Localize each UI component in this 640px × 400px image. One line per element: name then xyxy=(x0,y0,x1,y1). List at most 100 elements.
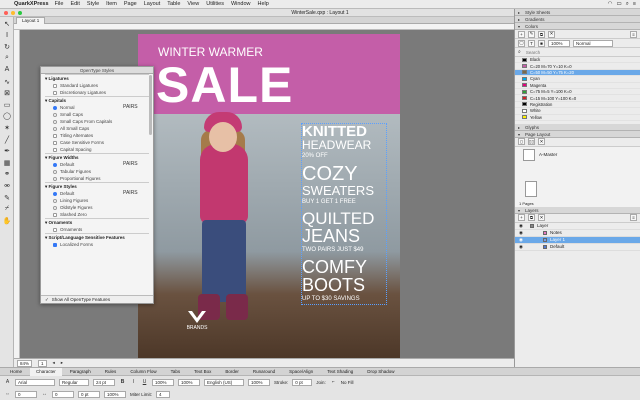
tracking-field[interactable]: 0 xyxy=(52,390,74,398)
menu-style[interactable]: Style xyxy=(87,1,99,7)
option-radio[interactable] xyxy=(53,105,57,110)
option-radio[interactable] xyxy=(53,169,57,174)
tint-field[interactable]: 100% xyxy=(548,39,570,47)
new-page-icon[interactable]: ▯ xyxy=(518,138,525,146)
color-list-item[interactable]: Yellow xyxy=(515,115,640,121)
bezier-pen-tool-icon[interactable]: ✒ xyxy=(2,146,12,156)
pan-tool-icon[interactable]: ✋ xyxy=(2,216,12,226)
option-checkbox[interactable] xyxy=(53,227,57,232)
layers-menu-icon[interactable]: ≡ xyxy=(630,214,637,222)
zoom-window-button[interactable] xyxy=(18,11,22,15)
horizontal-scale-field[interactable]: 100% xyxy=(152,378,174,386)
opentype-option[interactable]: Default PAIRS xyxy=(45,190,149,197)
zoom-tool-icon[interactable]: ⌕ xyxy=(2,53,12,63)
minimize-window-button[interactable] xyxy=(11,11,15,15)
underline-icon[interactable]: U xyxy=(141,379,148,386)
opentype-section-header[interactable]: ▾ Capitals xyxy=(45,96,149,104)
search-icon[interactable]: ⌕ xyxy=(626,1,629,8)
menu-item[interactable]: Item xyxy=(106,1,117,7)
eye-icon[interactable]: ◉ xyxy=(519,237,527,243)
font-style-select[interactable]: Regular xyxy=(59,378,89,386)
measurements-tab[interactable]: Column Flow xyxy=(124,368,162,376)
format-painter-icon[interactable]: ✎ xyxy=(2,193,12,203)
option-checkbox[interactable] xyxy=(53,140,57,145)
colors-menu-icon[interactable]: ≡ xyxy=(630,30,637,38)
page-layout-area[interactable]: A-Master 1 Pages xyxy=(515,146,640,207)
opentype-option[interactable]: Slashed Zero xyxy=(45,211,149,218)
menu-view[interactable]: View xyxy=(187,1,199,7)
new-layer-icon[interactable]: + xyxy=(518,214,525,222)
option-radio[interactable] xyxy=(53,119,57,124)
page-1-thumb[interactable] xyxy=(525,180,537,197)
delete-layer-icon[interactable]: ✕ xyxy=(538,214,545,222)
opentype-section-header[interactable]: ▾ Script/Language Sensitive Features xyxy=(45,233,149,241)
linking-tool-icon[interactable]: ⚭ xyxy=(2,169,12,179)
oval-box-tool-icon[interactable]: ◯ xyxy=(2,111,12,121)
option-radio[interactable] xyxy=(53,162,57,167)
option-radio[interactable] xyxy=(53,126,57,131)
opentype-option[interactable]: Small Caps xyxy=(45,111,149,118)
rectangle-box-tool-icon[interactable]: ▭ xyxy=(2,100,12,110)
starburst-tool-icon[interactable]: ✶ xyxy=(2,123,12,133)
layer-row[interactable]: ◉ Layer xyxy=(515,223,640,230)
option-checkbox[interactable] xyxy=(53,147,57,152)
opentype-section-header[interactable]: ▾ Figure Styles xyxy=(45,182,149,190)
join-miter-icon[interactable]: ⌐ xyxy=(330,379,337,386)
option-radio[interactable] xyxy=(53,176,57,181)
opentype-option[interactable]: Tabular Figures xyxy=(45,168,149,175)
app-menu[interactable]: QuarkXPress xyxy=(14,1,49,7)
measurements-tab[interactable]: Runaround xyxy=(247,368,281,376)
option-radio[interactable] xyxy=(53,191,57,196)
measurements-tab[interactable]: Text Box xyxy=(188,368,217,376)
new-color-icon[interactable]: + xyxy=(518,30,525,38)
unlinking-tool-icon[interactable]: ⚮ xyxy=(2,181,12,191)
opentype-option[interactable]: Ornaments xyxy=(45,226,149,233)
eye-icon[interactable]: ◉ xyxy=(519,223,527,229)
edit-color-icon[interactable]: ✎ xyxy=(528,30,535,38)
zoom-field[interactable]: 84% xyxy=(17,359,33,367)
layer-row[interactable]: ◉ Default xyxy=(515,244,640,251)
facing-page-icon[interactable]: ▯▯ xyxy=(528,138,535,146)
battery-icon[interactable]: ▭ xyxy=(616,1,621,7)
option-checkbox[interactable] xyxy=(53,133,57,138)
font-size-field[interactable]: 24 pt xyxy=(93,378,115,386)
measurements-tab[interactable]: Rules xyxy=(99,368,123,376)
opentype-option[interactable]: Capital Spacing xyxy=(45,146,149,153)
menu-utilities[interactable]: Utilities xyxy=(206,1,224,7)
italic-icon[interactable]: I xyxy=(130,379,137,386)
option-checkbox[interactable] xyxy=(53,212,57,217)
measurements-tab[interactable]: Border xyxy=(219,368,245,376)
opentype-option[interactable]: Discretionary Ligatures xyxy=(45,89,149,96)
stroke-field[interactable]: 0 pt xyxy=(292,378,313,386)
baseline-shift-field[interactable]: 0 pt xyxy=(78,390,100,398)
color-search-input[interactable] xyxy=(523,48,624,56)
opentype-option[interactable]: Default PAIRS xyxy=(45,161,149,168)
opentype-option[interactable]: Localized Forms xyxy=(45,241,149,248)
picture-box-tool-icon[interactable]: ⊠ xyxy=(2,88,12,98)
fill-color-icon[interactable]: ■ xyxy=(538,39,545,47)
opentype-section-header[interactable]: ▾ Figure Widths xyxy=(45,153,149,161)
menu-edit[interactable]: Edit xyxy=(70,1,79,7)
poster-page[interactable]: WINTER WARMER SALE KNITTED HEADWEAR 20% … xyxy=(138,34,400,358)
layout-tab[interactable]: Layout 1 xyxy=(16,17,46,24)
opentype-option[interactable]: Proportional Figures xyxy=(45,175,149,182)
opentype-option[interactable]: All Small Caps xyxy=(45,125,149,132)
page-number-field[interactable]: 1 xyxy=(38,359,47,367)
opentype-panel-scrollbar[interactable] xyxy=(149,75,152,135)
option-radio[interactable] xyxy=(53,198,57,203)
content-tool-icon[interactable]: Ⅰ xyxy=(2,30,12,40)
menu-table[interactable]: Table xyxy=(167,1,180,7)
measurements-tab[interactable]: Drop Shadow xyxy=(361,368,400,376)
opentype-option[interactable]: Standard Ligatures xyxy=(45,82,149,89)
table-tool-icon[interactable]: ▦ xyxy=(2,158,12,168)
menu-window[interactable]: Window xyxy=(231,1,251,7)
duplicate-color-icon[interactable]: ⧉ xyxy=(538,30,545,38)
option-radio[interactable] xyxy=(53,112,57,117)
option-checkbox[interactable] xyxy=(53,90,57,95)
menu-icon[interactable]: ≡ xyxy=(633,1,636,7)
line-tool-icon[interactable]: ╱ xyxy=(2,135,12,145)
font-select[interactable]: Arial xyxy=(15,378,55,386)
vertical-scale-field[interactable]: 100% xyxy=(178,378,200,386)
measurements-tab[interactable]: Tabs xyxy=(165,368,187,376)
delete-page-icon[interactable]: ✕ xyxy=(538,138,545,146)
